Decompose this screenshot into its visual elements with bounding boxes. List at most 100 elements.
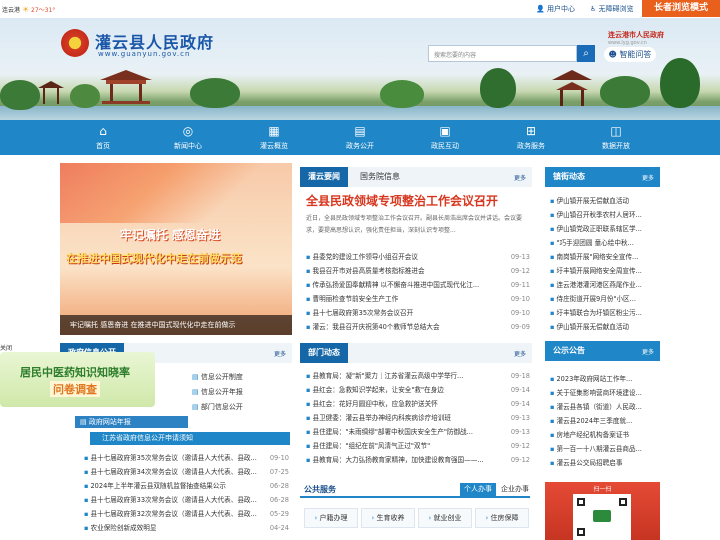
list-item[interactable]: ▪ 县红会：急救知识学起来，让安全"救"在身边 09-14 (306, 383, 530, 397)
partner-site-link[interactable]: 连云港市人民政府 www.lyg.gov.cn (608, 30, 664, 46)
nav-services[interactable]: ⊞ 政务服务 (501, 120, 561, 155)
nav-overview[interactable]: ▦ 灌云概览 (244, 120, 304, 155)
list-item[interactable]: ▪ 侍庄街道开展9月份"小区... (550, 292, 660, 306)
accessibility-link[interactable]: ♿ 无障碍浏览 (590, 4, 634, 14)
tree-decoration (190, 78, 240, 108)
search-icon: ⌕ (583, 48, 589, 59)
list-item[interactable]: ▪ 传承弘扬爱国奉献精神 以不懈奋斗推进中国式现代化江... 09-11 (306, 278, 530, 292)
tree-decoration (0, 80, 40, 110)
nav-gov-affairs[interactable]: ▤ 政务公开 (330, 120, 390, 155)
nav-interaction[interactable]: ▣ 政民互动 (415, 120, 475, 155)
list-item[interactable]: ▪ 县住建局："未雨绸缪"部署中秋国庆安全生产"防御战... 09-13 (306, 425, 530, 439)
tree-decoration (380, 80, 424, 108)
qr-code-icon (573, 494, 631, 540)
building-icon: ▦ (268, 124, 280, 138)
open-system-link[interactable]: ▤ 信息公开制度 (192, 372, 243, 382)
briefcase-icon: ▣ (439, 124, 451, 138)
list-item[interactable]: ▪ 关于征集影响营商环境建设... (550, 386, 660, 400)
news-panel-header: 灌云要闻 国务院信息 更多 (300, 167, 532, 187)
news-more-link[interactable]: 更多 (514, 173, 526, 182)
survey-ad-line2: 问卷调查 (50, 381, 100, 397)
nav-news-center[interactable]: ◎ 新闻中心 (158, 120, 218, 155)
close-ad-button[interactable]: 关闭 (0, 343, 12, 352)
sun-icon: ☀ (21, 5, 30, 14)
elder-mode-button[interactable]: 长者浏览模式 (642, 0, 720, 17)
doc-icon: ▤ (80, 418, 87, 426)
tab-personal-affairs[interactable]: 个人办事 (460, 483, 496, 496)
list-item[interactable]: ▪ 伊山镇开展无偿献血活动 (550, 194, 660, 208)
site-report-link[interactable]: ▤ 政府网站年报 (75, 416, 188, 428)
application-notice-link[interactable]: 江苏省政府信息公开申请须知 (90, 432, 290, 445)
list-item[interactable]: ▪ 县红会：花好月圆迎中秋，应急救护送关怀 09-14 (306, 397, 530, 411)
list-item[interactable]: ▪ 县教育局：大力弘扬教育家精神，加快建设教育强国——... 09-12 (306, 453, 530, 467)
news-headline[interactable]: 全县民政领域专项整治工作会议召开 (306, 192, 498, 209)
service-household[interactable]: › 户籍办理 (304, 508, 358, 528)
document-icon: ▤ (354, 124, 366, 138)
list-item[interactable]: ▪ 曹明丽检查节前安全生产工作 09-10 (306, 292, 530, 306)
service-birth-adoption[interactable]: › 生育收养 (361, 508, 415, 528)
list-item[interactable]: ▪ "巧手迎团圆 童心绘中秋... (550, 236, 660, 250)
list-item[interactable]: ▪ 2024年上半年灌云县双随机监督抽查结果公示 06-28 (84, 479, 289, 493)
user-center-link[interactable]: 👤 用户中心 (536, 4, 575, 14)
dept-more-link[interactable]: 更多 (514, 349, 526, 358)
arrow-icon: › (428, 514, 432, 522)
smart-qa-button[interactable]: ☻ 智能问答 (604, 47, 656, 62)
list-item[interactable]: ▪ 县十七届政府第34次常务会议（邀请县人大代表、县政... 07-25 (84, 465, 289, 479)
site-url: www.guanyun.gov.cn (98, 50, 191, 58)
list-item[interactable]: ▪ 连云港港灌河港区燕尾作业... (550, 278, 660, 292)
list-item[interactable]: ▪ 县十七届政府第33次常务会议（邀请县人大代表、县政... 06-28 (84, 493, 289, 507)
nav-home[interactable]: ⌂ 首页 (73, 120, 133, 155)
news-slideshow[interactable]: 牢记嘱托 感恩奋进 在推进中国式现代化中走在前做示范 (60, 163, 292, 335)
list-item[interactable]: ▪ 第一百一十八期灌云县商品... (550, 442, 660, 456)
user-icon: 👤 (536, 5, 545, 13)
list-item[interactable]: ▪ 南岗镇开展"网络安全宣传... (550, 250, 660, 264)
list-item[interactable]: ▪ 灌云县2024年三季度就... (550, 414, 660, 428)
list-item[interactable]: ▪ 伊山镇召开秋季农村人居环... (550, 208, 660, 222)
tab-state-council[interactable]: 国务院信息 (352, 167, 408, 187)
tab-corporate-affairs[interactable]: 企业办事 (500, 483, 530, 496)
search-input[interactable]: 搜索您要的内容 (428, 45, 577, 62)
list-item[interactable]: ▪ 我县召开市对县高质量考核指标推进会 09-12 (306, 264, 530, 278)
list-item[interactable]: ▪ 圩丰镇联合为圩镇区粉尘污... (550, 306, 660, 320)
survey-float-ad[interactable]: 居民中医药知识知晓率 问卷调查 (0, 352, 155, 407)
list-item[interactable]: ▪ 县十七届政府第35次常务会议（邀请县人大代表、县政... 09-10 (84, 451, 289, 465)
gov-open-list: ▪ 县十七届政府第35次常务会议（邀请县人大代表、县政... 09-10 ▪ 县十七届… (84, 451, 289, 535)
tree-decoration (480, 68, 516, 108)
list-item[interactable]: ▪ 县教育局：凝"新"聚力｜江苏省灌云高级中学举行... 09-18 (306, 369, 530, 383)
doc-icon: ▤ (192, 373, 199, 381)
search-button[interactable]: ⌕ (577, 45, 595, 62)
open-annual-link[interactable]: ▤ 信息公开年报 (192, 387, 243, 397)
list-item[interactable]: ▪ 灌云县公交局招聘启事 (550, 456, 660, 470)
list-item[interactable]: ▪ 灌云：我县召开庆祝第40个教师节总结大会 09-09 (306, 320, 530, 334)
notice-more-link[interactable]: 更多 (642, 347, 654, 356)
list-item[interactable]: ▪ 灌云县各镇（街道）人民政... (550, 400, 660, 414)
service-employment[interactable]: › 就业创业 (418, 508, 472, 528)
doc-icon: ▤ (192, 403, 199, 411)
arrow-icon: › (314, 514, 318, 522)
notice-panel-header: 公示公告 更多 (545, 341, 660, 361)
list-item[interactable]: ▪ 县住建局："组纪在前"风清气正过"双节" 09-12 (306, 439, 530, 453)
gov-open-more-link[interactable]: 更多 (274, 349, 286, 358)
list-item[interactable]: ▪ 县委党的建设工作领导小组召开会议 09-13 (306, 250, 530, 264)
service-housing[interactable]: › 住房保障 (475, 508, 529, 528)
header-banner: 灌云县人民政府 www.guanyun.gov.cn 连云港市人民政府 www.… (0, 18, 720, 120)
town-panel-header: 镇街动态 更多 (545, 167, 660, 187)
list-item[interactable]: ▪ 2023年政府网站工作年... (550, 372, 660, 386)
list-item[interactable]: ▪ 伊山镇开展无偿献血活动 (550, 320, 660, 334)
pavilion-decoration (38, 81, 64, 104)
globe-icon: ◎ (182, 124, 194, 138)
list-item[interactable]: ▪ 县十七届政府第35次常务会议召开 09-10 (306, 306, 530, 320)
list-item[interactable]: ▪ 伊山镇党政正职联系辖区学... (550, 222, 660, 236)
tab-guanyun-news[interactable]: 灌云要闻 (300, 167, 348, 187)
town-more-link[interactable]: 更多 (642, 173, 654, 182)
list-item[interactable]: ▪ 房地产经纪机构备案证书 (550, 428, 660, 442)
nav-open-data[interactable]: ◫ 数据开放 (586, 120, 646, 155)
list-item[interactable]: ▪ 县十七届政府第32次常务会议（邀请县人大代表、县政... 05-29 (84, 507, 289, 521)
list-item[interactable]: ▪ 农业保险创新成效明显 04-24 (84, 521, 289, 535)
dept-open-link[interactable]: ▤ 部门信息公开 (192, 402, 243, 412)
pavilion-decoration (552, 70, 592, 106)
list-item[interactable]: ▪ 圩丰镇开展网络安全周宣传... (550, 264, 660, 278)
tree-decoration (600, 76, 650, 108)
list-item[interactable]: ▪ 县卫健委：灌云县举办神经内科疾病诊疗培训班 09-13 (306, 411, 530, 425)
slide-caption[interactable]: 牢记嘱托 感恩奋进 在推进中国式现代化中走在前做示 (60, 315, 292, 335)
